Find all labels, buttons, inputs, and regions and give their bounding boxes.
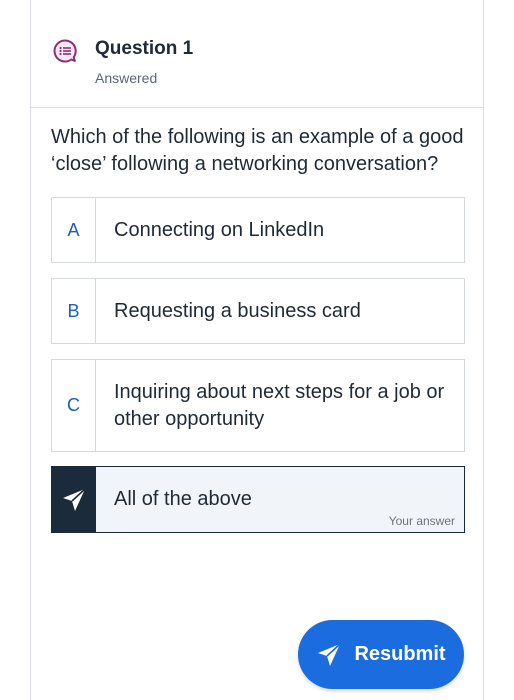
option-letter: A xyxy=(52,198,96,262)
answer-option-d-selected[interactable]: All of the above Your answer xyxy=(51,466,465,533)
question-title: Question 1 xyxy=(95,38,194,59)
option-text: Inquiring about next steps for a job or … xyxy=(114,380,445,430)
question-prompt: Which of the following is an example of … xyxy=(51,126,464,175)
resubmit-button[interactable]: Resubmit xyxy=(298,620,464,689)
option-letter: C xyxy=(52,360,96,451)
option-letter: B xyxy=(52,279,96,343)
option-text: All of the above xyxy=(96,467,266,532)
your-answer-label: Your answer xyxy=(388,514,455,528)
answer-option-a[interactable]: A Connecting on LinkedIn xyxy=(51,197,465,263)
send-icon xyxy=(316,642,342,668)
answer-option-c[interactable]: C Inquiring about next steps for a job o… xyxy=(51,359,465,452)
question-header: Question 1 Answered xyxy=(31,0,483,108)
question-card: Question 1 Answered Which of the followi… xyxy=(30,0,484,700)
resubmit-label: Resubmit xyxy=(354,643,446,665)
answer-option-b[interactable]: B Requesting a business card xyxy=(51,278,465,344)
question-status: Answered xyxy=(95,70,158,86)
question-chat-icon xyxy=(52,38,78,64)
send-icon xyxy=(61,487,87,513)
option-text: Requesting a business card xyxy=(114,299,361,322)
option-text: Connecting on LinkedIn xyxy=(114,218,325,241)
selected-marker xyxy=(52,467,96,532)
